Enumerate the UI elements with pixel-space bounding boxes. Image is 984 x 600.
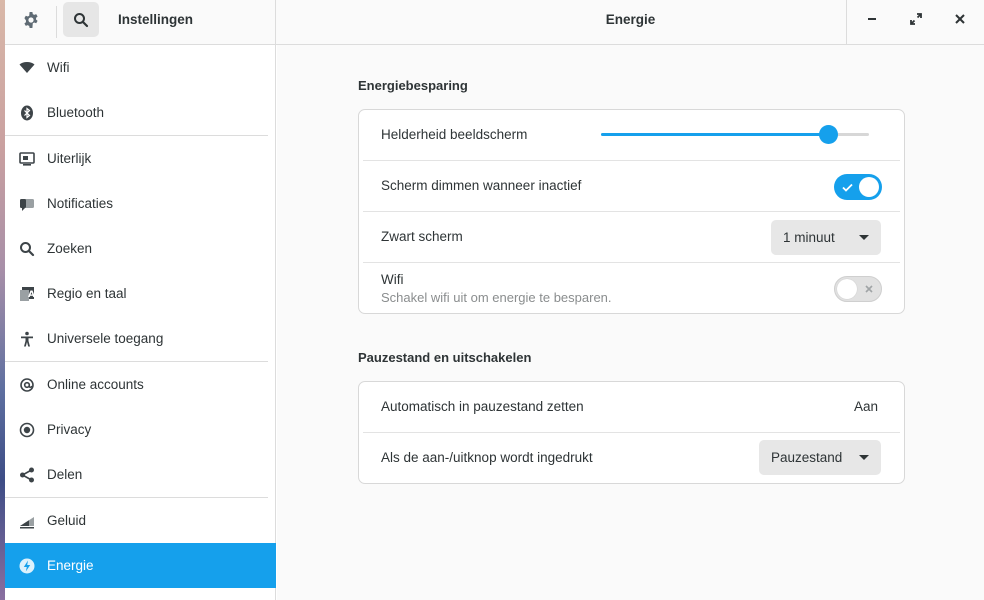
energy-saving-panel: Helderheid beeldscherm Scherm dimmen wan… xyxy=(358,109,905,314)
brightness-slider[interactable] xyxy=(601,125,869,144)
power-button-row: Als de aan-/uitknop wordt ingedrukt Pauz… xyxy=(359,433,904,484)
share-icon xyxy=(18,466,36,484)
accessibility-icon xyxy=(18,330,36,348)
power-icon xyxy=(18,557,36,575)
brightness-label: Helderheid beeldscherm xyxy=(381,127,528,142)
search-icon xyxy=(74,12,89,27)
close-button[interactable] xyxy=(944,3,976,35)
search-button[interactable] xyxy=(63,2,99,37)
wifi-saving-label: Wifi xyxy=(381,272,404,287)
sidebar-item-power[interactable]: Energie xyxy=(5,543,276,588)
sidebar-item-label: Geluid xyxy=(47,513,87,528)
blank-screen-dropdown[interactable]: 1 minuut xyxy=(771,220,881,255)
brightness-slider-fill xyxy=(601,133,829,136)
header-separator xyxy=(56,6,57,38)
section-title-energy-saving: Energiebesparing xyxy=(358,78,468,93)
sidebar-item-label: Wifi xyxy=(47,60,70,75)
gear-icon xyxy=(15,4,47,36)
minimize-icon xyxy=(868,18,876,20)
power-button-value: Pauzestand xyxy=(771,450,843,465)
suspend-panel: Automatisch in pauzestand zetten Aan Als… xyxy=(358,381,905,484)
switch-knob xyxy=(837,279,857,299)
sidebar-item-sharing[interactable]: Delen xyxy=(5,452,276,497)
region-icon: A xyxy=(18,285,36,303)
dim-screen-switch[interactable] xyxy=(834,174,882,200)
bluetooth-icon xyxy=(18,104,36,122)
sidebar-item-online-accounts[interactable]: Online accounts xyxy=(5,362,276,407)
power-button-label: Als de aan-/uitknop wordt ingedrukt xyxy=(381,450,593,465)
notifications-icon xyxy=(18,195,36,213)
switch-knob xyxy=(859,177,879,197)
wifi-saving-row: Wifi Schakel wifi uit om energie te besp… xyxy=(359,263,904,314)
wifi-saving-sublabel: Schakel wifi uit om energie te besparen. xyxy=(381,290,612,305)
dim-screen-label: Scherm dimmen wanneer inactief xyxy=(381,178,582,193)
blank-screen-value: 1 minuut xyxy=(783,230,835,245)
sidebar-item-search[interactable]: Zoeken xyxy=(5,226,276,271)
sidebar-item-privacy[interactable]: Privacy xyxy=(5,407,276,452)
sidebar-item-accessibility[interactable]: Universele toegang xyxy=(5,316,276,361)
sidebar-item-label: Bluetooth xyxy=(47,105,105,120)
sidebar-item-label: Online accounts xyxy=(47,377,144,392)
sidebar-item-label: Universele toegang xyxy=(47,331,164,346)
appearance-icon xyxy=(18,150,36,168)
brightness-row: Helderheid beeldscherm xyxy=(359,110,904,161)
sidebar-item-label: Energie xyxy=(47,558,94,573)
auto-suspend-row[interactable]: Automatisch in pauzestand zetten Aan xyxy=(359,382,904,433)
wifi-saving-switch[interactable] xyxy=(834,276,882,302)
sidebar-item-sound[interactable]: Geluid xyxy=(5,498,276,543)
online-accounts-icon xyxy=(18,376,36,394)
maximize-icon xyxy=(910,13,922,25)
privacy-icon xyxy=(18,421,36,439)
sidebar-item-notifications[interactable]: Notificaties xyxy=(5,181,276,226)
sidebar-item-label: Notificaties xyxy=(47,196,114,211)
main-content: Energiebesparing Helderheid beeldscherm … xyxy=(277,45,984,600)
sidebar-item-label: Zoeken xyxy=(47,241,93,256)
dropdown-arrow-icon xyxy=(859,235,869,240)
maximize-button[interactable] xyxy=(900,3,932,35)
cross-icon xyxy=(865,276,873,302)
sidebar: Wifi Bluetooth Uiterlijk Notificaties Zo… xyxy=(5,45,276,600)
sidebar-item-label: Privacy xyxy=(47,422,92,437)
header-bar: Instellingen Energie xyxy=(5,0,984,45)
settings-window: Instellingen Energie Wifi Bluetooth Uite… xyxy=(0,0,984,600)
blank-screen-label: Zwart scherm xyxy=(381,229,463,244)
sidebar-item-appearance[interactable]: Uiterlijk xyxy=(5,136,276,181)
window-controls-separator xyxy=(846,0,847,44)
sidebar-item-label: Regio en taal xyxy=(47,286,127,301)
app-title: Instellingen xyxy=(118,12,194,27)
checkmark-icon xyxy=(842,174,853,200)
blank-screen-row: Zwart scherm 1 minuut xyxy=(359,212,904,263)
section-title-suspend: Pauzestand en uitschakelen xyxy=(358,350,532,365)
power-button-dropdown[interactable]: Pauzestand xyxy=(759,440,881,475)
sound-icon xyxy=(18,512,36,530)
search-icon xyxy=(18,240,36,258)
sidebar-item-label: Uiterlijk xyxy=(47,151,92,166)
minimize-button[interactable] xyxy=(856,3,888,35)
auto-suspend-label: Automatisch in pauzestand zetten xyxy=(381,399,584,414)
close-icon xyxy=(955,14,965,24)
sidebar-item-wifi[interactable]: Wifi xyxy=(5,45,276,90)
sidebar-item-region[interactable]: A Regio en taal xyxy=(5,271,276,316)
dropdown-arrow-icon xyxy=(859,455,869,460)
sidebar-item-bluetooth[interactable]: Bluetooth xyxy=(5,90,276,135)
svg-text:A: A xyxy=(28,290,35,300)
sidebar-item-label: Delen xyxy=(47,467,83,482)
brightness-slider-handle[interactable] xyxy=(819,125,839,144)
wifi-icon xyxy=(18,59,36,77)
dim-screen-row: Scherm dimmen wanneer inactief xyxy=(359,161,904,212)
header-sidebar-section: Instellingen xyxy=(5,0,276,44)
auto-suspend-value: Aan xyxy=(853,399,878,414)
